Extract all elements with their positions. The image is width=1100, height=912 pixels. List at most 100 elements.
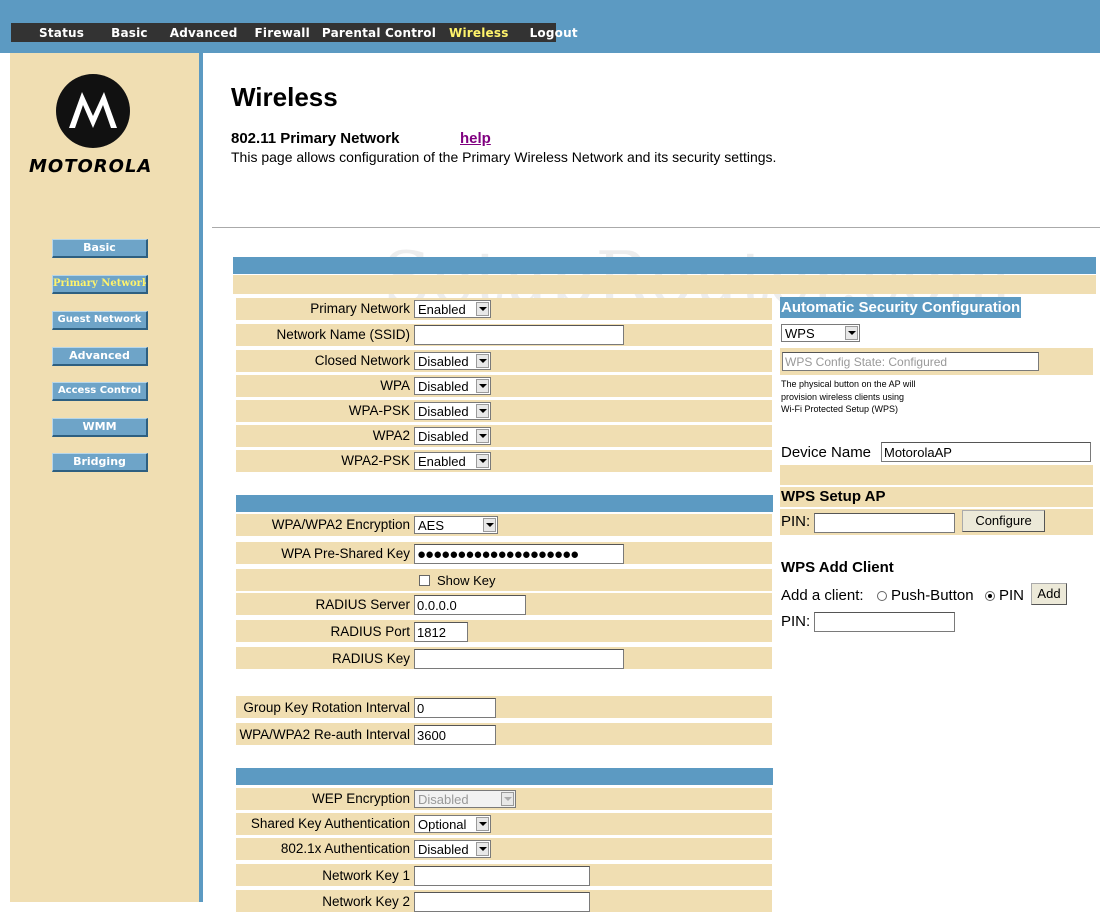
client-pin-input[interactable] — [814, 612, 955, 632]
shared-key-auth-select[interactable]: Optional — [414, 815, 491, 833]
radius-server-input[interactable]: 0.0.0.0 — [414, 595, 526, 615]
chevron-down-icon — [476, 429, 489, 443]
sidebar — [10, 53, 199, 902]
row-8021x-auth: 802.1x Authentication Disabled — [236, 838, 772, 860]
help-link[interactable]: help — [460, 130, 491, 147]
wpa-label: WPA — [380, 378, 410, 393]
add-client-label: Add a client: — [781, 587, 864, 604]
row-network-key-1: Network Key 1 — [236, 864, 772, 886]
sidebar-item-bridging[interactable]: Bridging — [52, 453, 148, 472]
network-key-1-input[interactable] — [414, 866, 590, 886]
pin-option-label: PIN — [999, 587, 1025, 604]
ssid-input[interactable] — [414, 325, 624, 345]
row-wpa2: WPA2 Disabled — [236, 425, 772, 447]
configure-button[interactable]: Configure — [962, 510, 1045, 532]
dot1x-auth-label: 802.1x Authentication — [280, 841, 410, 856]
wps-note-line: provision wireless clients using — [781, 391, 905, 402]
page-description: This page allows configuration of the Pr… — [231, 149, 777, 165]
wpa2-value: Disabled — [418, 429, 469, 444]
divider — [212, 227, 1100, 228]
primary-network-select[interactable]: Enabled — [414, 300, 491, 318]
pre-shared-key-label: WPA Pre-Shared Key — [281, 546, 410, 561]
row-ssid: Network Name (SSID) — [236, 324, 772, 346]
nav-parental-control[interactable]: Parental Control — [322, 26, 436, 40]
wpa2-select[interactable]: Disabled — [414, 427, 491, 445]
closed-network-select[interactable]: Disabled — [414, 352, 491, 370]
wpa-encryption-select[interactable]: AES — [414, 516, 498, 534]
wps-setup-title: WPS Setup AP — [781, 488, 886, 505]
setup-pin-label: PIN: — [781, 513, 811, 530]
chevron-down-icon — [476, 817, 489, 831]
wpa-psk-label: WPA-PSK — [348, 403, 410, 418]
wps-note: The physical button on the AP will provi… — [781, 378, 915, 416]
nav-basic[interactable]: Basic — [111, 26, 148, 40]
top-navigation: Status Basic Advanced Firewall Parental … — [11, 23, 578, 42]
nav-status[interactable]: Status — [39, 26, 84, 40]
push-button-label: Push-Button — [891, 587, 974, 604]
nav-firewall[interactable]: Firewall — [255, 26, 310, 40]
brand-name: MOTOROLA — [29, 156, 153, 177]
show-key-label: Show Key — [437, 573, 496, 588]
push-button-radio[interactable] — [877, 591, 887, 601]
chevron-down-icon — [476, 842, 489, 856]
wps-spacer — [780, 465, 1093, 485]
row-closed-network: Closed Network Disabled — [236, 350, 772, 372]
row-wep-encryption: WEP Encryption Disabled — [236, 788, 772, 810]
row-network-key-2: Network Key 2 — [236, 890, 772, 912]
wep-encryption-select[interactable]: Disabled — [414, 790, 516, 808]
sidebar-item-advanced[interactable]: Advanced — [52, 347, 148, 366]
chevron-down-icon — [501, 792, 514, 806]
wps-mode-select[interactable]: WPS — [781, 324, 860, 342]
sidebar-item-guest-network[interactable]: Guest Network — [52, 311, 148, 330]
wpa-encryption-label: WPA/WPA2 Encryption — [271, 517, 410, 532]
wpa2-psk-value: Enabled — [418, 454, 466, 469]
show-key-checkbox[interactable] — [419, 575, 430, 586]
row-group-key-interval: Group Key Rotation Interval 0 — [236, 696, 772, 718]
radius-key-label: RADIUS Key — [331, 651, 410, 666]
page-title: Wireless — [231, 82, 338, 112]
sidebar-item-primary-network[interactable]: Primary Network — [52, 275, 148, 294]
radius-port-input[interactable]: 1812 — [414, 622, 468, 642]
row-radius-key: RADIUS Key — [236, 647, 772, 669]
radius-key-input[interactable] — [414, 649, 624, 669]
nav-advanced[interactable]: Advanced — [170, 26, 238, 40]
reauth-interval-input[interactable]: 3600 — [414, 725, 496, 745]
row-radius-port: RADIUS Port 1812 — [236, 620, 772, 642]
row-wpa-psk: WPA-PSK Disabled — [236, 400, 772, 422]
nav-wireless[interactable]: Wireless — [449, 26, 509, 40]
row-primary-network: Primary Network Enabled — [236, 298, 772, 320]
wpa-value: Disabled — [418, 379, 469, 394]
chevron-down-icon — [845, 326, 858, 340]
wpa-psk-select[interactable]: Disabled — [414, 402, 491, 420]
network-key-2-input[interactable] — [414, 892, 590, 912]
row-pre-shared-key: WPA Pre-Shared Key ●●●●●●●●●●●●●●●●●●●● — [236, 542, 772, 564]
sidebar-item-basic[interactable]: Basic — [52, 239, 148, 258]
client-pin-label: PIN: — [781, 613, 811, 630]
setup-pin-input[interactable] — [814, 513, 955, 533]
sidebar-item-wmm[interactable]: WMM — [52, 418, 148, 437]
wpa-encryption-value: AES — [418, 518, 445, 533]
row-wpa2-psk: WPA2-PSK Enabled — [236, 450, 772, 472]
wpa2-psk-select[interactable]: Enabled — [414, 452, 491, 470]
section-header-bar — [233, 257, 1096, 274]
row-reauth-interval: WPA/WPA2 Re-auth Interval 3600 — [236, 723, 772, 745]
wpa-select[interactable]: Disabled — [414, 377, 491, 395]
wps-mode-value: WPS — [785, 326, 815, 341]
group-key-interval-input[interactable]: 0 — [414, 698, 496, 718]
wps-add-client-title: WPS Add Client — [781, 559, 894, 576]
chevron-down-icon — [476, 454, 489, 468]
closed-network-label: Closed Network — [314, 353, 410, 368]
chevron-down-icon — [483, 518, 496, 532]
wep-encryption-value: Disabled — [418, 792, 469, 807]
nav-logout[interactable]: Logout — [530, 26, 578, 40]
chevron-down-icon — [476, 354, 489, 368]
pin-radio[interactable] — [985, 591, 995, 601]
reauth-interval-label: WPA/WPA2 Re-auth Interval — [239, 727, 410, 742]
add-button[interactable]: Add — [1031, 583, 1067, 605]
row-shared-key-auth: Shared Key Authentication Optional — [236, 813, 772, 835]
section-header-bar — [236, 768, 773, 785]
dot1x-auth-select[interactable]: Disabled — [414, 840, 491, 858]
device-name-input[interactable]: MotorolaAP — [881, 442, 1091, 462]
sidebar-item-access-control[interactable]: Access Control — [52, 382, 148, 401]
pre-shared-key-input[interactable]: ●●●●●●●●●●●●●●●●●●●● — [414, 544, 624, 564]
